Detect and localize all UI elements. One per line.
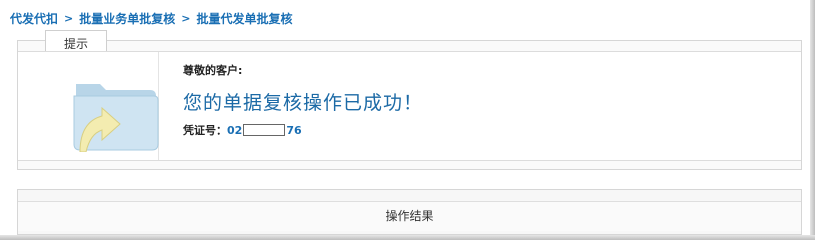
voucher-redaction <box>243 124 286 136</box>
breadcrumb-separator: > <box>64 11 74 25</box>
window-shadow-bottom <box>0 235 815 240</box>
window-shadow-right <box>810 0 815 240</box>
voucher-suffix: 76 <box>286 123 302 137</box>
success-message: 您的单据复核操作已成功！ <box>183 92 424 114</box>
breadcrumb-item-batch-review[interactable]: 批量业务单批复核 <box>79 10 175 27</box>
voucher-number: 凭证号： 02 76 <box>183 122 302 138</box>
result-header: 操作结果 <box>18 201 801 231</box>
breadcrumb: 代发代扣 > 批量业务单批复核 > 批量代发单批复核 <box>10 9 292 27</box>
folder-arrow-icon <box>73 84 159 152</box>
greeting-text: 尊敬的客户: <box>183 64 243 77</box>
breadcrumb-item-payroll[interactable]: 代发代扣 <box>10 10 58 27</box>
breadcrumb-separator: > <box>181 11 191 25</box>
icon-area <box>18 52 159 160</box>
voucher-prefix: 02 <box>227 123 243 137</box>
breadcrumb-item-batch-payroll-review[interactable]: 批量代发单批复核 <box>196 10 292 27</box>
voucher-label: 凭证号： <box>183 124 227 137</box>
